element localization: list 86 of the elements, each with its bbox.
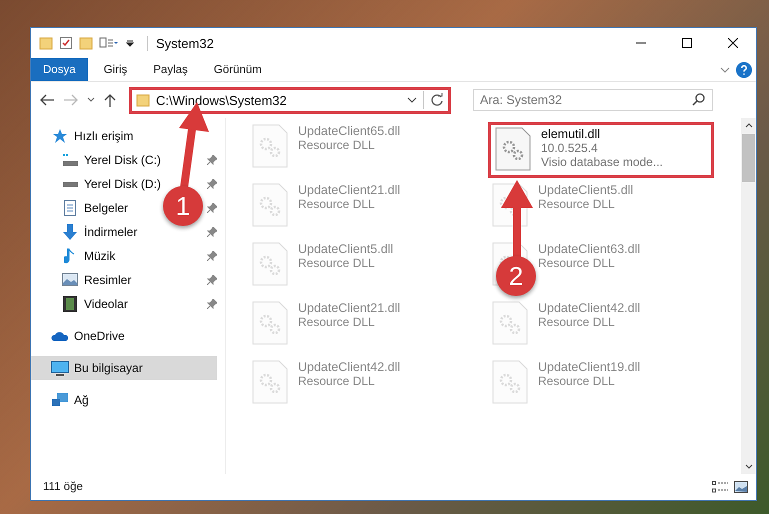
- file-name: UpdateClient42.dll: [538, 301, 640, 315]
- pin-icon[interactable]: [207, 179, 217, 189]
- sidebar-item[interactable]: OneDrive: [31, 324, 217, 348]
- maximize-icon: [682, 38, 692, 48]
- pin-icon[interactable]: [207, 251, 217, 261]
- file-type: Resource DLL: [298, 315, 376, 329]
- file-type: Resource DLL: [538, 315, 616, 329]
- file-name: UpdateClient21.dll: [298, 301, 400, 315]
- sidebar-item[interactable]: Resimler: [61, 268, 132, 292]
- ribbon-tab[interactable]: Paylaş: [143, 58, 198, 81]
- cloud-icon: [51, 330, 69, 342]
- scroll-down-icon[interactable]: [744, 464, 752, 470]
- ribbon-tab[interactable]: Giriş: [94, 58, 138, 81]
- window-title: System32: [147, 36, 214, 50]
- file-type: Resource DLL: [538, 374, 616, 388]
- file-name: UpdateClient19.dll: [538, 360, 640, 374]
- pin-icon[interactable]: [207, 275, 217, 285]
- help-icon[interactable]: [736, 62, 752, 78]
- details-view-icon[interactable]: [712, 481, 728, 493]
- back-arrow-icon[interactable]: [39, 93, 55, 107]
- file-type: Resource DLL: [298, 138, 376, 152]
- sidebar-item[interactable]: Müzik: [61, 244, 116, 268]
- download-arrow-icon: [62, 224, 78, 240]
- sidebar-item[interactable]: Ağ: [31, 388, 217, 412]
- file-name: UpdateClient65.dll: [298, 124, 400, 138]
- ribbon-tab[interactable]: Dosya: [31, 58, 88, 81]
- drive-icon: [62, 153, 78, 167]
- file-name: UpdateClient5.dll: [298, 242, 394, 256]
- sidebar-item[interactable]: Videolar: [61, 292, 128, 316]
- pin-icon[interactable]: [207, 155, 217, 165]
- dll-file-icon: [492, 360, 528, 404]
- file-type: Resource DLL: [298, 197, 376, 211]
- up-arrow-icon[interactable]: [103, 93, 117, 107]
- file-type: Resource DLL: [298, 374, 376, 388]
- picture-icon: [62, 273, 78, 287]
- sidebar-item[interactable]: Bu bilgisayar: [31, 356, 217, 380]
- dll-file-icon: [495, 127, 531, 171]
- file-name: elemutil.dll: [541, 127, 602, 141]
- item-count: 111 öğe: [43, 481, 83, 493]
- sidebar-item[interactable]: İndirmeler: [61, 220, 138, 244]
- ribbon-tab[interactable]: Görünüm: [204, 58, 272, 81]
- pin-icon[interactable]: [207, 299, 217, 309]
- sidebar-item[interactable]: Hızlı erişim: [31, 124, 217, 148]
- scrollbar-thumb[interactable]: [742, 134, 755, 182]
- dll-file-icon: [252, 183, 288, 227]
- tiles-view-icon[interactable]: [734, 481, 748, 493]
- scrollbar[interactable]: [741, 118, 756, 474]
- file-name: UpdateClient21.dll: [298, 183, 400, 197]
- address-bar[interactable]: C:\Windows\System32: [129, 86, 451, 114]
- film-icon: [63, 296, 77, 312]
- chevron-icon[interactable]: [407, 96, 417, 104]
- pin-icon[interactable]: [207, 227, 217, 237]
- sidebar-item[interactable]: Yerel Disk (C:): [61, 148, 161, 172]
- address-path: C:\Windows\System32: [156, 92, 288, 108]
- file-type: Resource DLL: [298, 256, 376, 270]
- file-type: Visio database mode...: [541, 155, 663, 169]
- file-name: UpdateClient5.dll: [538, 183, 634, 197]
- pin-icon[interactable]: [207, 203, 217, 213]
- star-icon: [52, 128, 68, 144]
- monitor-icon: [51, 360, 69, 376]
- properties-icon[interactable]: [99, 36, 119, 50]
- sidebar-item[interactable]: Belgeler: [61, 196, 128, 220]
- file-item[interactable]: elemutil.dll 10.0.525.4 Visio database mode...: [488, 122, 714, 178]
- dll-file-icon: [252, 124, 288, 168]
- file-type: Resource DLL: [538, 256, 616, 270]
- document-icon: [63, 200, 77, 216]
- chevron-icon[interactable]: [87, 97, 95, 103]
- file-type: Resource DLL: [538, 197, 616, 211]
- file-name: UpdateClient63.dll: [538, 242, 640, 256]
- refresh-icon[interactable]: [430, 93, 444, 107]
- dll-file-icon: [252, 242, 288, 286]
- search-field[interactable]: Ara: System32: [473, 89, 713, 111]
- folder-icon: [136, 93, 150, 107]
- close-icon: [728, 38, 738, 48]
- music-note-icon: [64, 248, 76, 264]
- drive-icon: [62, 182, 78, 186]
- scroll-up-icon[interactable]: [744, 122, 752, 128]
- network-icon: [51, 392, 69, 408]
- file-version: 10.0.525.4: [541, 141, 599, 155]
- dll-file-icon: [492, 301, 528, 345]
- checklist-icon[interactable]: [59, 36, 73, 50]
- dll-file-icon: [252, 301, 288, 345]
- sidebar-item[interactable]: Yerel Disk (D:): [61, 172, 161, 196]
- file-name: UpdateClient42.dll: [298, 360, 400, 374]
- search-icon[interactable]: [692, 93, 705, 106]
- dll-file-icon: [252, 360, 288, 404]
